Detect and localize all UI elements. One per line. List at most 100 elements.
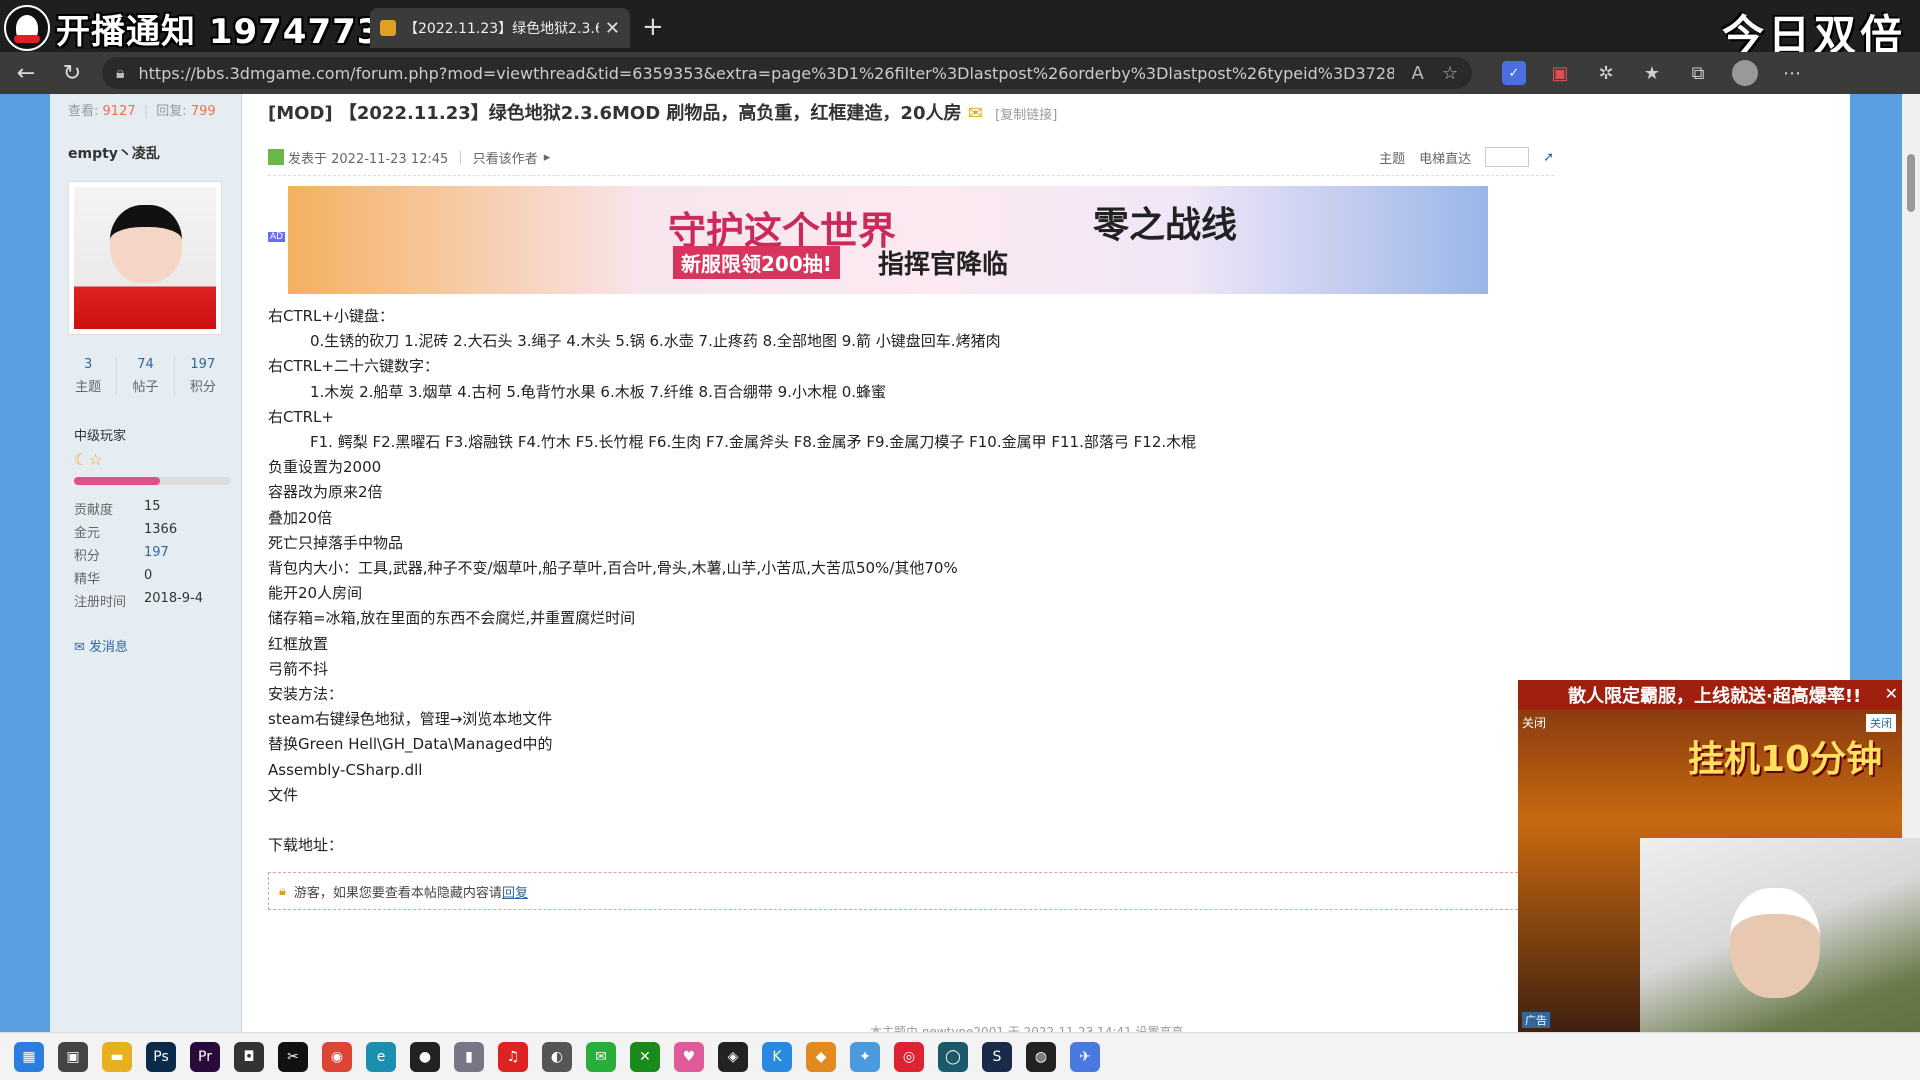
post-line: 储存箱=冰箱,放在里面的东西不会腐烂,并重置腐烂时间 <box>268 609 636 628</box>
info-value: 2018-9-4 <box>144 591 204 606</box>
netease-music-icon[interactable]: ♫ <box>498 1041 528 1072</box>
app-yellow-icon[interactable]: ◍ <box>1026 1041 1056 1072</box>
stat-topics[interactable]: 3 主题 <box>60 357 118 395</box>
read-aloud-icon[interactable]: A <box>1412 63 1424 84</box>
refresh-button[interactable]: ↻ <box>52 56 92 90</box>
footer-note: 本主题由 newtype2001 于 2022-11-23 14:41 设置高亮 <box>870 1025 1184 1032</box>
reply-link[interactable]: 回复 <box>502 882 528 901</box>
file-explorer-icon[interactable]: ▬ <box>102 1041 132 1072</box>
topic-link[interactable]: 主题 <box>1379 148 1405 167</box>
banner-logo: 零之战线 <box>1093 205 1238 246</box>
online-status-icon <box>268 149 284 165</box>
start-icon[interactable]: ▦ <box>14 1041 44 1072</box>
popup-big-text: 挂机10分钟 <box>1688 739 1883 780</box>
wechat-icon[interactable]: ✉ <box>586 1041 616 1072</box>
tab-title: 【2022.11.23】绿色地狱2.3.6MO <box>404 21 599 37</box>
xbox-icon[interactable]: ✕ <box>630 1041 660 1072</box>
info-value: 15 <box>144 499 161 514</box>
info-key: 注册时间 <box>74 595 127 610</box>
new-tab-button[interactable]: + <box>642 12 664 42</box>
app-blue-icon[interactable]: ✦ <box>850 1041 880 1072</box>
url-field[interactable]: 🔒︎ https://bbs.3dmgame.com/forum.php?mod… <box>102 57 1472 89</box>
info-row: 金元 1366 <box>74 522 241 545</box>
author-username[interactable]: empty丶凌乱 <box>50 143 241 163</box>
ad-banner[interactable]: AD 守护这个世界 新服限领200抽! 指挥官降临 零之战线 <box>268 186 1488 294</box>
address-bar-row: ← ↻ 🔒︎ https://bbs.3dmgame.com/forum.php… <box>0 52 1920 94</box>
app-orange-icon[interactable]: ◆ <box>806 1041 836 1072</box>
replies-count: 799 <box>190 104 216 119</box>
post-line: 能开20人房间 <box>268 584 363 603</box>
kugou-icon[interactable]: K <box>762 1041 792 1072</box>
extension-red-icon[interactable]: ▣ <box>1548 61 1572 85</box>
twitch-icon[interactable]: ◘ <box>234 1041 264 1072</box>
tab-favicon-icon <box>380 20 396 36</box>
app-bottle-icon[interactable]: ▮ <box>454 1041 484 1072</box>
lock-icon[interactable]: 🔒︎ <box>116 63 125 83</box>
url-text[interactable]: https://bbs.3dmgame.com/forum.php?mod=vi… <box>139 64 1394 83</box>
epic-icon[interactable]: ◈ <box>718 1041 748 1072</box>
chrome-icon[interactable]: ◉ <box>322 1041 352 1072</box>
popup-close-left[interactable]: 关闭 <box>1522 714 1546 731</box>
info-row: 注册时间 2018-9-4 <box>74 591 241 614</box>
copy-link-button[interactable]: [复制链接] <box>995 108 1057 123</box>
hot-badge-icon: ✉ <box>967 103 983 124</box>
taskbar: ▦ ▣ ▬ Ps Pr ◘ ✂ ◉ e ● ▮ ♫ ◐ ✉ ✕ ♥ ◈ K ◆ ✦ ◎ ◯ S ◍ ✈ <box>0 1032 1920 1080</box>
app-bird-icon[interactable]: ✈ <box>1070 1041 1100 1072</box>
rank-progress-bar <box>74 477 230 485</box>
views-label: 查看: <box>68 104 99 119</box>
photoshop-icon[interactable]: Ps <box>146 1041 176 1072</box>
capcut-icon[interactable]: ✂ <box>278 1041 308 1072</box>
hidden-content-notice: 🔒︎ 游客，如果您要查看本帖隐藏内容请 回复 <box>268 872 1538 911</box>
replies-label: 回复: <box>156 104 187 119</box>
info-key: 积分 <box>74 549 101 564</box>
favorite-add-icon[interactable]: ☆ <box>1442 63 1458 84</box>
stat-posts[interactable]: 74 帖子 <box>117 357 175 395</box>
premiere-icon[interactable]: Pr <box>190 1041 220 1072</box>
only-author-link[interactable]: 只看该作者 <box>473 148 538 167</box>
post-date: 发表于 2022-11-23 12:45 <box>288 151 449 167</box>
stat-points[interactable]: 197 积分 <box>175 357 231 395</box>
app-gray-icon[interactable]: ◐ <box>542 1041 572 1072</box>
avatar-image <box>74 187 216 329</box>
go-floor-icon[interactable]: ➚ <box>1543 150 1554 165</box>
author-stats: 3 主题 74 帖子 197 积分 <box>50 357 241 395</box>
arrow-right-icon: ▸ <box>543 149 551 165</box>
app-teal-icon[interactable]: ◯ <box>938 1041 968 1072</box>
post-line: 右CTRL+ <box>268 407 334 426</box>
collections-icon[interactable]: ⧉ <box>1686 61 1710 85</box>
avatar[interactable] <box>68 181 222 335</box>
popup-close-icon[interactable]: ✕ <box>1885 684 1898 703</box>
profile-icon[interactable] <box>1732 60 1758 86</box>
post-line: 右CTRL+二十六键数字： <box>268 357 439 376</box>
post-line: F1. 鳄梨 F2.黑曜石 F3.熔融铁 F4.竹木 F5.长竹棍 F6.生肉 … <box>310 433 1197 452</box>
post-meta: 发表于 2022-11-23 12:45 | 只看该作者 ▸ 主题 电梯直达 ➚ <box>268 147 1554 176</box>
thread-stats: 查看: 9127 | 回复: 799 <box>68 104 216 119</box>
send-message-link[interactable]: ✉ 发消息 <box>74 636 241 655</box>
post-line: 0.生锈的砍刀 1.泥砖 2.大石头 3.绳子 4.木头 5.锅 6.水壶 7.… <box>310 332 1001 351</box>
edge-icon[interactable]: e <box>366 1041 396 1072</box>
post-line: 死亡只掉落手中物品 <box>268 533 404 552</box>
more-icon[interactable]: ⋯ <box>1780 61 1804 85</box>
elevator-input[interactable] <box>1485 147 1530 167</box>
browser-tab[interactable]: 【2022.11.23】绿色地狱2.3.6MO ✕ <box>370 8 630 48</box>
user-rank: 中级玩家 <box>74 429 127 444</box>
favorites-icon[interactable]: ★ <box>1640 61 1664 85</box>
app-red-icon[interactable]: ◎ <box>894 1041 924 1072</box>
steam-icon[interactable]: S <box>982 1041 1012 1072</box>
views-count: 9127 <box>102 104 136 119</box>
info-value[interactable]: 197 <box>144 545 169 568</box>
obs-icon[interactable]: ● <box>410 1041 440 1072</box>
extension-blue-icon[interactable]: ✓ <box>1502 61 1526 85</box>
banner-slogan: 指挥官降临 <box>878 250 1009 280</box>
post-line: 弓箭不抖 <box>268 659 329 678</box>
qq-penguin-icon <box>4 5 50 51</box>
info-key: 金元 <box>74 526 101 541</box>
extensions-icon[interactable]: ✲ <box>1594 61 1618 85</box>
post-line: 负重设置为2000 <box>268 458 382 477</box>
close-tab-icon[interactable]: ✕ <box>605 18 620 39</box>
stream-overlay: 开播通知 197477321 <box>0 0 431 56</box>
back-button[interactable]: ← <box>6 56 46 90</box>
post-line: 背包内大小：工具,武器,种子不变/烟草叶,船子草叶,百合叶,骨头,木薯,山芋,小… <box>268 559 958 578</box>
app-pink-icon[interactable]: ♥ <box>674 1041 704 1072</box>
task-view-icon[interactable]: ▣ <box>58 1041 88 1072</box>
